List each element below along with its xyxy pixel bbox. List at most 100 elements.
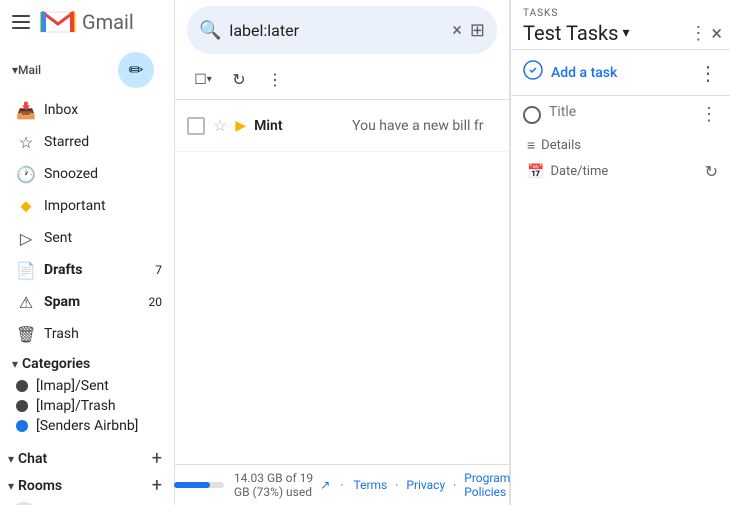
- search-bar: 🔍 × ⊞: [187, 6, 497, 54]
- task-item-more-icon[interactable]: ⋮: [700, 104, 718, 125]
- chat-chevron: ▾: [8, 452, 14, 466]
- more-options-button[interactable]: ⋮: [259, 64, 291, 96]
- cat-label-imap-sent: [Imap]/Sent: [36, 378, 109, 394]
- table-row[interactable]: ☆ ▶ Mint You have a new bill fr: [175, 100, 509, 152]
- task-title-input[interactable]: [549, 104, 692, 120]
- inbox-icon: 📥: [16, 101, 36, 120]
- tasks-title: Test Tasks ▾: [523, 21, 630, 45]
- nav-items: 📥 Inbox ☆ Starred 🕐 Snoozed ⬥ Important …: [0, 94, 174, 350]
- footer: 14.03 GB of 19 GB (73%) used ↗ · Terms ·…: [175, 464, 509, 505]
- task-datetime-label: Date/time: [550, 164, 608, 179]
- task-details-item[interactable]: ≡ Details: [511, 133, 730, 158]
- tasks-panel: TASKS Test Tasks ▾ ⋮ × Add a task ⋮ ⋮: [510, 0, 730, 505]
- trash-icon: 🗑: [16, 325, 36, 344]
- select-dropdown-icon: ▾: [207, 74, 212, 85]
- cat-dot-imap-trash: [16, 400, 28, 412]
- add-task-label: Add a task: [551, 65, 690, 81]
- tasks-header-actions: ⋮ ×: [689, 21, 722, 45]
- nav-item-important[interactable]: ⬥ Important: [0, 190, 174, 222]
- search-input[interactable]: [229, 21, 444, 40]
- task-details-label: Details: [541, 138, 581, 153]
- task-item: ⋮: [511, 96, 730, 133]
- compose-button[interactable]: ✏: [118, 52, 154, 88]
- chat-add-button[interactable]: +: [152, 448, 162, 469]
- nav-item-spam[interactable]: ⚠ Spam 20: [0, 286, 174, 318]
- email-list: ☆ ▶ Mint You have a new bill fr: [175, 100, 509, 464]
- chat-label: Chat: [18, 451, 47, 467]
- cat-item-senders-airbnb[interactable]: [Senders Airbnb]: [0, 416, 174, 436]
- privacy-link[interactable]: Privacy: [406, 478, 445, 492]
- nav-item-sent[interactable]: ▷ Sent: [0, 222, 174, 254]
- email-checkbox[interactable]: [187, 117, 205, 135]
- nav-item-drafts[interactable]: 📄 Drafts 7: [0, 254, 174, 286]
- storage-fill: [174, 482, 211, 488]
- tasks-close-button[interactable]: ×: [711, 21, 722, 45]
- chat-section-left: ▾ Chat: [8, 451, 47, 467]
- more-options-icon: ⋮: [267, 70, 283, 89]
- gmail-text: Gmail: [82, 10, 134, 34]
- nav-item-inbox[interactable]: 📥 Inbox: [0, 94, 174, 126]
- search-options-button[interactable]: ⊞: [470, 20, 485, 41]
- add-task-row[interactable]: Add a task ⋮: [511, 50, 730, 95]
- task-datetime-item[interactable]: 📅 Date/time ↻: [511, 158, 730, 185]
- storage-external-link-icon[interactable]: ↗: [320, 478, 330, 492]
- nav-item-trash[interactable]: 🗑 Trash: [0, 318, 174, 350]
- select-all-button[interactable]: ☐ ▾: [187, 64, 219, 96]
- mail-section-label: Mail: [18, 63, 41, 77]
- main-content: 🔍 × ⊞ ☐ ▾ ↻ ⋮ ☆ ▶ Mint You have a new bi…: [175, 0, 510, 505]
- task-circle[interactable]: [523, 106, 541, 124]
- search-clear-button[interactable]: ×: [452, 20, 462, 41]
- email-important-icon[interactable]: ▶: [235, 118, 246, 134]
- cat-item-imap-trash[interactable]: [Imap]/Trash: [0, 396, 174, 416]
- email-star-icon[interactable]: ☆: [213, 116, 227, 135]
- gmail-logo: Gmail: [40, 8, 134, 36]
- spam-icon: ⚠: [16, 293, 36, 312]
- tasks-menu-icon[interactable]: ⋮: [689, 23, 707, 44]
- search-icon: 🔍: [199, 20, 221, 41]
- gmail-logo-svg: [40, 8, 76, 36]
- drafts-count: 7: [155, 263, 162, 277]
- cat-label-imap-trash: [Imap]/Trash: [36, 398, 116, 414]
- trash-label: Trash: [44, 326, 162, 342]
- starred-label: Starred: [44, 134, 162, 150]
- refresh-icon: ↻: [232, 70, 245, 89]
- add-task-more-icon[interactable]: ⋮: [698, 61, 718, 85]
- select-all-icon: ☐: [194, 72, 207, 88]
- categories-toggle[interactable]: ▾ Categories: [0, 352, 174, 376]
- cat-label-senders-airbnb: [Senders Airbnb]: [36, 418, 138, 434]
- mail-section-header[interactable]: ▾ Mail ✏: [0, 44, 174, 94]
- categories-chevron: ▾: [12, 357, 18, 371]
- terms-link[interactable]: Terms: [354, 478, 388, 492]
- footer-separator-1: ·: [340, 478, 343, 492]
- refresh-button[interactable]: ↻: [223, 64, 255, 96]
- sidebar: Gmail ▾ Mail ✏ 📥 Inbox ☆ Starred 🕐 Snooz…: [0, 0, 175, 505]
- rooms-add-button[interactable]: +: [152, 475, 162, 496]
- room-item-1[interactable]: [0, 498, 174, 505]
- add-task-icon: [523, 60, 543, 85]
- categories-label: Categories: [22, 356, 90, 372]
- rooms-section-left: ▾ Rooms: [8, 478, 62, 494]
- cat-dot-senders-airbnb: [16, 420, 28, 432]
- tasks-dropdown-icon[interactable]: ▾: [623, 25, 630, 41]
- important-label: Important: [44, 198, 162, 214]
- rooms-section[interactable]: ▾ Rooms +: [0, 471, 174, 498]
- task-repeat-icon[interactable]: ↻: [705, 162, 718, 181]
- chat-section[interactable]: ▾ Chat +: [0, 444, 174, 471]
- program-policies-link[interactable]: Program Policies: [464, 471, 510, 499]
- sent-icon: ▷: [16, 229, 36, 248]
- inbox-label: Inbox: [44, 102, 162, 118]
- email-sender: Mint: [254, 118, 344, 134]
- nav-item-snoozed[interactable]: 🕐 Snoozed: [0, 158, 174, 190]
- rooms-label: Rooms: [18, 478, 62, 494]
- task-content: [549, 104, 692, 120]
- storage-bar: [174, 482, 224, 488]
- rooms-chevron: ▾: [8, 479, 14, 493]
- nav-item-starred[interactable]: ☆ Starred: [0, 126, 174, 158]
- hamburger-menu[interactable]: [12, 15, 30, 29]
- cat-item-imap-sent[interactable]: [Imap]/Sent: [0, 376, 174, 396]
- task-details-icon: ≡: [527, 137, 535, 154]
- tasks-section-label: TASKS: [511, 0, 730, 19]
- compose-icon: ✏: [128, 60, 143, 81]
- storage-text: 14.03 GB of 19 GB (73%) used: [234, 471, 314, 499]
- starred-icon: ☆: [16, 133, 36, 152]
